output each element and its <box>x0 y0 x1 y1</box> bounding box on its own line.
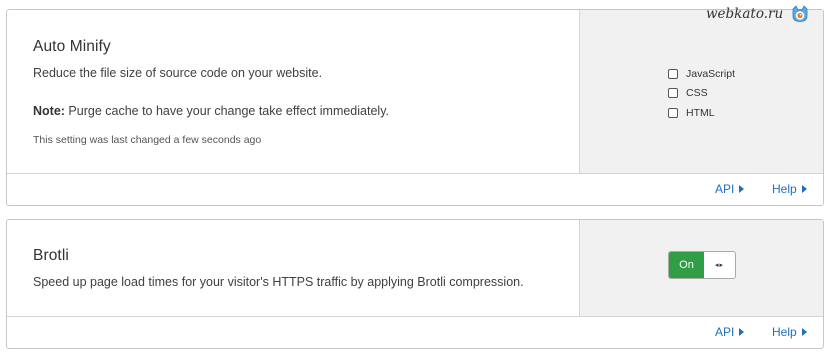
minify-options: JavaScript CSS HTML <box>668 64 735 123</box>
auto-minify-body: Auto Minify Reduce the file size of sour… <box>7 10 823 174</box>
brotli-title: Brotli <box>33 247 69 264</box>
brotli-card: Brotli Speed up page load times for your… <box>6 219 824 349</box>
api-link-label: API <box>715 325 735 339</box>
auto-minify-control-panel: JavaScript CSS HTML <box>580 10 823 173</box>
brotli-description: Speed up page load times for your visito… <box>33 275 524 289</box>
css-checkbox[interactable] <box>668 88 678 99</box>
auto-minify-note: Note: Purge cache to have your change ta… <box>33 104 389 118</box>
brotli-control-panel: On ◂▸ <box>580 220 823 316</box>
brotli-api-link[interactable]: API <box>715 325 745 339</box>
caret-right-icon <box>739 328 745 336</box>
brotli-toggle[interactable]: On ◂▸ <box>668 251 736 279</box>
auto-minify-footer: API Help <box>7 173 823 205</box>
javascript-checkbox[interactable] <box>668 68 678 79</box>
auto-minify-info: Auto Minify Reduce the file size of sour… <box>7 10 580 173</box>
help-link-label: Help <box>772 325 797 339</box>
auto-minify-title: Auto Minify <box>33 38 111 55</box>
help-link-label: Help <box>772 182 797 196</box>
brotli-info: Brotli Speed up page load times for your… <box>7 220 580 316</box>
minify-option-css[interactable]: CSS <box>668 84 735 104</box>
brotli-help-link[interactable]: Help <box>772 325 807 339</box>
javascript-label: JavaScript <box>686 67 736 80</box>
minify-option-html[interactable]: HTML <box>668 103 735 123</box>
watermark-text: webkato.ru <box>706 6 784 22</box>
brotli-footer: API Help <box>7 316 823 348</box>
api-link-label: API <box>715 182 735 196</box>
html-checkbox[interactable] <box>668 107 678 118</box>
note-text: Purge cache to have your change take eff… <box>64 104 389 118</box>
auto-minify-last-changed: This setting was last changed a few seco… <box>33 134 262 146</box>
caret-right-icon <box>801 328 807 336</box>
toggle-handle-icon[interactable]: ◂▸ <box>704 252 735 278</box>
auto-minify-api-link[interactable]: API <box>715 182 745 196</box>
auto-minify-help-link[interactable]: Help <box>772 182 807 196</box>
auto-minify-card: Auto Minify Reduce the file size of sour… <box>6 9 824 206</box>
watermark: webkato.ru <box>706 5 809 23</box>
caret-right-icon <box>801 185 807 193</box>
brotli-body: Brotli Speed up page load times for your… <box>7 220 823 317</box>
minify-option-javascript[interactable]: JavaScript <box>668 64 735 84</box>
css-label: CSS <box>686 87 708 100</box>
note-label: Note: <box>33 104 65 118</box>
caret-right-icon <box>739 185 745 193</box>
html-label: HTML <box>686 106 715 119</box>
auto-minify-description: Reduce the file size of source code on y… <box>33 66 323 80</box>
cat-head-icon <box>792 5 808 22</box>
page: Auto Minify Reduce the file size of sour… <box>0 0 830 356</box>
toggle-on-label: On <box>669 252 704 278</box>
